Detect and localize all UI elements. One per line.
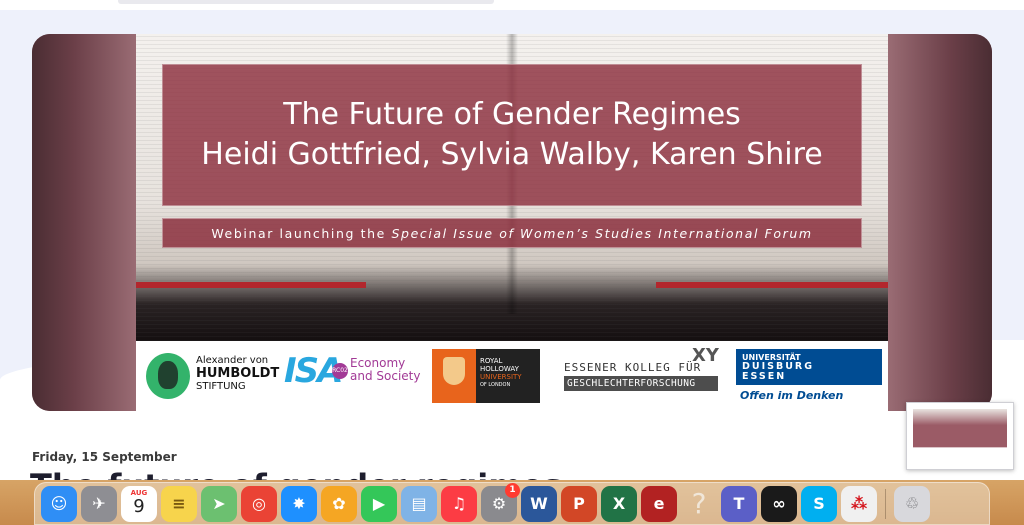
- dock-word-icon[interactable]: W: [521, 485, 557, 522]
- maps-glyph: ➤: [212, 494, 226, 513]
- system-preferences-glyph: ⚙: [491, 494, 507, 513]
- event-title: The future of gender regimes: [30, 466, 562, 480]
- humboldt-line2: HUMBOLDT: [196, 366, 280, 381]
- dock-calendar-icon[interactable]: AUG 9: [121, 485, 157, 522]
- dock-safari-icon[interactable]: ✸: [281, 485, 317, 522]
- banner-blur-right: [888, 34, 992, 411]
- thumbnail-image: [913, 409, 1007, 463]
- ude-slogan: Offen im Denken: [740, 389, 844, 402]
- dock-launchpad-icon[interactable]: ✈: [81, 485, 117, 522]
- dock-finder-icon[interactable]: ☺: [41, 485, 77, 522]
- dock-help-icon[interactable]: ?: [681, 486, 717, 522]
- flyer-title-box: The Future of Gender Regimes Heidi Gottf…: [162, 64, 862, 206]
- dock-maps-icon[interactable]: ➤: [201, 485, 237, 522]
- book-red-edge-left: [136, 282, 366, 288]
- rhul-line2: HOLLOWAY: [480, 365, 519, 373]
- book-red-edge-right: [656, 282, 888, 288]
- dock-app-e-icon[interactable]: e: [641, 485, 677, 522]
- teams-glyph: T: [733, 494, 745, 513]
- humboldt-line3: STIFTUNG: [196, 381, 246, 392]
- event-banner: The Future of Gender Regimes Heidi Gottf…: [32, 34, 992, 411]
- dock-webex-icon[interactable]: ∞: [761, 485, 797, 522]
- excel-glyph: X: [612, 494, 626, 513]
- event-flyer-image: The Future of Gender Regimes Heidi Gottf…: [136, 34, 888, 411]
- photos-glyph: ✿: [332, 494, 346, 513]
- safari-glyph: ✸: [292, 494, 306, 513]
- rhul-line4: OF LONDON: [480, 382, 511, 388]
- flyer-authors: Heidi Gottfried, Sylvia Walby, Karen Shi…: [201, 137, 823, 172]
- ekfg-line1: ESSENER KOLLEG FÜR: [564, 361, 702, 374]
- essener-kolleg-logo: ESSENER KOLLEG FÜR XY GESCHLECHTERFORSCH…: [564, 345, 726, 407]
- event-date: Friday, 15 September: [32, 450, 177, 464]
- dock-skype-icon[interactable]: S: [801, 485, 837, 522]
- subtitle-prefix: Webinar launching the: [211, 225, 392, 241]
- facetime-glyph: ▶: [372, 494, 386, 513]
- dock-acrobat-icon[interactable]: ⁂: [841, 485, 877, 522]
- isa-text-line2: and Society: [350, 369, 421, 383]
- royal-holloway-logo: ROYAL HOLLOWAY UNIVERSITY OF LONDON: [432, 349, 542, 407]
- acrobat-glyph: ⁂: [850, 494, 868, 513]
- humboldt-logo: Alexander von HUMBOLDT STIFTUNG: [140, 349, 280, 407]
- chrome-glyph: ◎: [252, 494, 266, 513]
- dock-photos-icon[interactable]: ✿: [321, 485, 357, 522]
- finder-glyph: ☺: [50, 494, 68, 513]
- flyer-subtitle-box: Webinar launching the Special Issue of W…: [162, 218, 862, 248]
- calendar-day: 9: [133, 495, 145, 517]
- browser-top-strip: [0, 0, 1024, 10]
- flyer-title: The Future of Gender Regimes: [283, 97, 741, 132]
- dock-system-preferences-icon[interactable]: ⚙ 1: [481, 482, 520, 522]
- isa-rc-badge: RC02: [332, 363, 348, 379]
- dock-music-icon[interactable]: ♫: [441, 485, 477, 522]
- dock-notes-icon[interactable]: ≡: [161, 485, 197, 522]
- notes-glyph: ≡: [172, 494, 186, 513]
- address-bar-edge[interactable]: [118, 0, 494, 4]
- dock-powerpoint-icon[interactable]: P: [561, 485, 597, 522]
- screenshot-thumbnail-preview[interactable]: [906, 402, 1014, 470]
- macos-dock: ☺ ✈ AUG 9 ≡ ➤ ◎ ✸ ✿ ▶ ▤ ♫ ⚙ 1 W P Xe? T ∞ S ⁂ ♲: [34, 482, 990, 525]
- webex-glyph: ∞: [772, 494, 786, 513]
- dock-excel-icon[interactable]: X: [601, 485, 637, 522]
- ekfg-line2: GESCHLECHTERFORSCHUNG: [564, 376, 718, 391]
- word-glyph: W: [530, 494, 548, 513]
- skype-glyph: S: [813, 494, 825, 513]
- subtitle-journal: Special Issue of Women’s Studies Interna…: [391, 225, 813, 241]
- sponsor-logos: Alexander von HUMBOLDT STIFTUNG ISA RC02…: [136, 341, 888, 411]
- royal-holloway-crest-icon: [432, 349, 476, 403]
- dock-teams-icon[interactable]: T: [721, 485, 757, 522]
- rhul-line3: UNIVERSITY: [480, 373, 522, 381]
- humboldt-portrait-icon: [146, 353, 190, 399]
- powerpoint-glyph: P: [573, 494, 585, 513]
- dock-separator: [885, 488, 886, 519]
- uni-duisburg-essen-logo: UNIVERSITÄT DUISBURG ESSEN Offen im Denk…: [736, 349, 884, 407]
- launchpad-glyph: ✈: [92, 494, 106, 513]
- dock-trash-icon[interactable]: ♲: [894, 485, 930, 522]
- preview-glyph: ▤: [411, 494, 427, 513]
- banner-blur-left: [32, 34, 136, 411]
- dock-preview-icon[interactable]: ▤: [401, 485, 437, 522]
- music-glyph: ♫: [451, 494, 467, 513]
- trash-glyph: ♲: [904, 494, 920, 513]
- help-glyph: ?: [691, 487, 707, 520]
- flyer-subtitle: Webinar launching the Special Issue of W…: [211, 226, 812, 241]
- rhul-line1: ROYAL: [480, 357, 503, 365]
- dock-chrome-icon[interactable]: ◎: [241, 485, 277, 522]
- notification-badge: 1: [505, 482, 520, 498]
- ude-line3: ESSEN: [742, 371, 787, 382]
- dock-facetime-icon[interactable]: ▶: [361, 485, 397, 522]
- app-e-glyph: e: [653, 494, 665, 513]
- isa-logo: ISA RC02 Economy and Society: [282, 349, 422, 407]
- ekfg-xy-mark: XY: [692, 345, 719, 366]
- humboldt-line1: Alexander von: [196, 355, 269, 366]
